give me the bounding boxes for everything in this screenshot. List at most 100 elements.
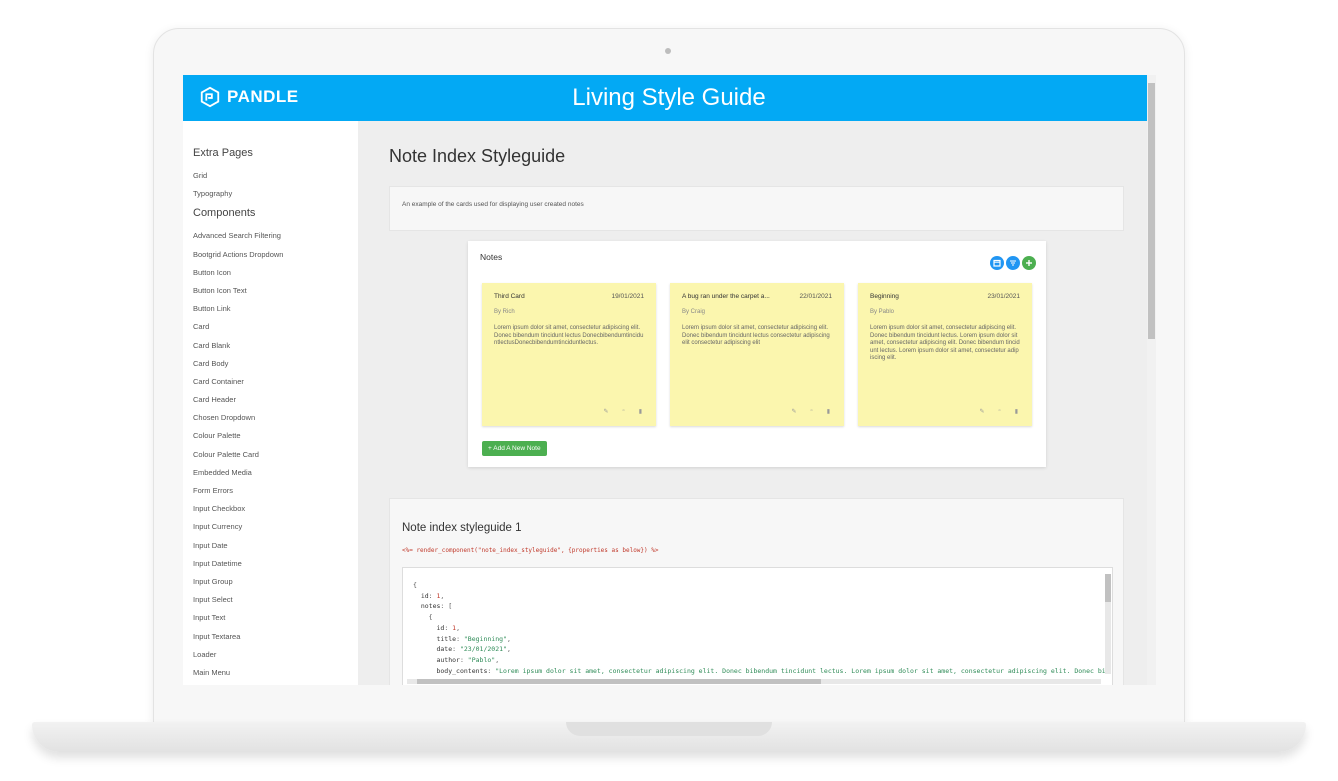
copy-icon[interactable]: ▫ bbox=[999, 408, 1001, 415]
sidebar-item-advanced-search-filtering[interactable]: Advanced Search Filtering bbox=[193, 227, 358, 245]
sidebar-item-input-checkbox[interactable]: Input Checkbox bbox=[193, 500, 358, 518]
sidebar-item-card-header[interactable]: Card Header bbox=[193, 391, 358, 409]
sidebar-item-input-date[interactable]: Input Date bbox=[193, 537, 358, 555]
filter-button[interactable] bbox=[1006, 256, 1020, 270]
notes-card-title: Notes bbox=[480, 252, 503, 262]
pencil-icon[interactable]: ✎ bbox=[792, 408, 797, 415]
filter-icon bbox=[1010, 260, 1016, 266]
notes-toolbar bbox=[990, 256, 1036, 270]
note-card-beginning[interactable]: Beginning 23/01/2021 By Pablo Lorem ipsu… bbox=[858, 283, 1032, 426]
page-title: Note Index Styleguide bbox=[389, 146, 566, 166]
calendar-button[interactable] bbox=[990, 256, 1004, 270]
code-token: id bbox=[436, 623, 445, 632]
sidebar-item-typography[interactable]: Typography bbox=[193, 185, 358, 203]
code-token: body_contents bbox=[436, 666, 488, 675]
sidebar-item-button-icon[interactable]: Button Icon bbox=[193, 264, 358, 282]
sidebar-item-colour-palette[interactable]: Colour Palette bbox=[193, 427, 358, 445]
sidebar-item-input-select[interactable]: Input Select bbox=[193, 591, 358, 609]
note-author: By Rich bbox=[494, 309, 515, 315]
code-token: "Lorem ipsum dolor sit amet, consectetur… bbox=[495, 666, 1106, 675]
sidebar-item-card-container[interactable]: Card Container bbox=[193, 373, 358, 391]
code-token: "Pablo" bbox=[467, 655, 496, 664]
note-body: Lorem ipsum dolor sit amet, consectetur … bbox=[494, 325, 644, 346]
main-content: Note Index Styleguide An example of the … bbox=[358, 121, 1147, 685]
code-vertical-scroll-thumb[interactable] bbox=[1105, 574, 1111, 602]
sidebar-item-main-menu[interactable]: Main Menu bbox=[193, 664, 358, 682]
plus-icon bbox=[1026, 260, 1032, 266]
code-box[interactable]: { id: 1, notes: [ { id: 1, title: "Begin… bbox=[402, 567, 1113, 685]
note-author: By Craig bbox=[682, 309, 706, 315]
sidebar-item-loader[interactable]: Loader bbox=[193, 646, 358, 664]
screen: PANDLE Living Style Guide Extra Pages Gr… bbox=[183, 75, 1156, 685]
code-token: date bbox=[436, 645, 453, 654]
note-card-third-card[interactable]: Third Card 19/01/2021 By Rich Lorem ipsu… bbox=[482, 283, 656, 426]
top-bar: PANDLE Living Style Guide bbox=[183, 75, 1147, 121]
note-date: 23/01/2021 bbox=[987, 293, 1020, 300]
sidebar-item-input-currency[interactable]: Input Currency bbox=[193, 518, 358, 536]
sidebar-item-chosen-dropdown[interactable]: Chosen Dropdown bbox=[193, 409, 358, 427]
note-body: Lorem ipsum dolor sit amet, consectetur … bbox=[870, 325, 1020, 361]
sidebar-item-button-link[interactable]: Button Link bbox=[193, 300, 358, 318]
code-token: 1 bbox=[452, 623, 457, 632]
note-actions: ✎ ▫ ▮ bbox=[604, 408, 642, 415]
notes-card: Notes Third Card 19/01/2021 By Rich Lore… bbox=[468, 241, 1046, 467]
description-text: An example of the cards used for display… bbox=[402, 201, 584, 208]
page-header-title: Living Style Guide bbox=[572, 84, 766, 111]
render-component-line: <%= render_component("note_index_stylegu… bbox=[402, 547, 659, 554]
page-vertical-scroll-thumb[interactable] bbox=[1148, 83, 1155, 339]
code-token: { bbox=[413, 581, 417, 589]
code-token: [ bbox=[448, 602, 453, 611]
sidebar-item-button-icon-text[interactable]: Button Icon Text bbox=[193, 282, 358, 300]
code-lines: { id: 1, notes: [ { id: 1, title: "Begin… bbox=[413, 581, 1106, 675]
sidebar-item-grid[interactable]: Grid bbox=[193, 167, 358, 185]
sidebar-item-form-errors[interactable]: Form Errors bbox=[193, 482, 358, 500]
code-panel-heading: Note index styleguide 1 bbox=[402, 522, 522, 534]
copy-icon[interactable]: ▫ bbox=[623, 408, 625, 415]
copy-icon[interactable]: ▫ bbox=[811, 408, 813, 415]
note-date: 22/01/2021 bbox=[799, 293, 832, 300]
sidebar-item-input-text[interactable]: Input Text bbox=[193, 609, 358, 627]
code-token: "Beginning" bbox=[463, 634, 507, 643]
trash-icon[interactable]: ▮ bbox=[827, 408, 830, 415]
code-token: title bbox=[436, 634, 457, 643]
description-panel: An example of the cards used for display… bbox=[389, 186, 1124, 231]
sidebar-item-bootgrid-actions-dropdown[interactable]: Bootgrid Actions Dropdown bbox=[193, 246, 358, 264]
add-note-round-button[interactable] bbox=[1022, 256, 1036, 270]
pencil-icon[interactable]: ✎ bbox=[980, 408, 985, 415]
code-token: author bbox=[436, 655, 460, 664]
note-title: Third Card bbox=[494, 293, 525, 300]
sidebar: Extra Pages Grid Typography Components A… bbox=[183, 121, 358, 685]
sidebar-item-card-blank[interactable]: Card Blank bbox=[193, 337, 358, 355]
sidebar-item-card[interactable]: Card bbox=[193, 318, 358, 336]
note-title: Beginning bbox=[870, 293, 899, 300]
note-title: A bug ran under the carpet a... bbox=[682, 293, 770, 300]
code-token: { bbox=[428, 613, 433, 622]
code-panel: Note index styleguide 1 <%= render_compo… bbox=[389, 498, 1124, 685]
note-body: Lorem ipsum dolor sit amet, consectetur … bbox=[682, 325, 830, 346]
sidebar-item-input-datetime[interactable]: Input Datetime bbox=[193, 555, 358, 573]
camera-dot bbox=[665, 48, 671, 54]
trash-icon[interactable]: ▮ bbox=[639, 408, 642, 415]
pencil-icon[interactable]: ✎ bbox=[604, 408, 609, 415]
sidebar-item-colour-palette-card[interactable]: Colour Palette Card bbox=[193, 446, 358, 464]
code-token: notes bbox=[420, 602, 441, 611]
sidebar-item-card-body[interactable]: Card Body bbox=[193, 355, 358, 373]
sidebar-item-input-group[interactable]: Input Group bbox=[193, 573, 358, 591]
calendar-icon bbox=[993, 259, 1001, 267]
sidebar-heading-components: Components bbox=[193, 207, 256, 220]
sidebar-item-embedded-media[interactable]: Embedded Media bbox=[193, 464, 358, 482]
code-token: "23/01/2021" bbox=[459, 645, 507, 654]
note-date: 19/01/2021 bbox=[611, 293, 644, 300]
note-author: By Pablo bbox=[870, 309, 895, 315]
sidebar-heading-extra-pages: Extra Pages bbox=[193, 147, 253, 159]
code-token: 1 bbox=[436, 591, 441, 600]
note-actions: ✎ ▫ ▮ bbox=[980, 408, 1018, 415]
note-card-bug-ran[interactable]: A bug ran under the carpet a... 22/01/20… bbox=[670, 283, 844, 426]
code-token: id bbox=[420, 591, 429, 600]
note-actions: ✎ ▫ ▮ bbox=[792, 408, 830, 415]
sidebar-item-input-textarea[interactable]: Input Textarea bbox=[193, 628, 358, 646]
code-horizontal-scroll-thumb[interactable] bbox=[417, 679, 821, 684]
trash-icon[interactable]: ▮ bbox=[1015, 408, 1018, 415]
add-new-note-button[interactable]: + Add A New Note bbox=[482, 441, 547, 456]
laptop-base-notch bbox=[566, 722, 772, 736]
